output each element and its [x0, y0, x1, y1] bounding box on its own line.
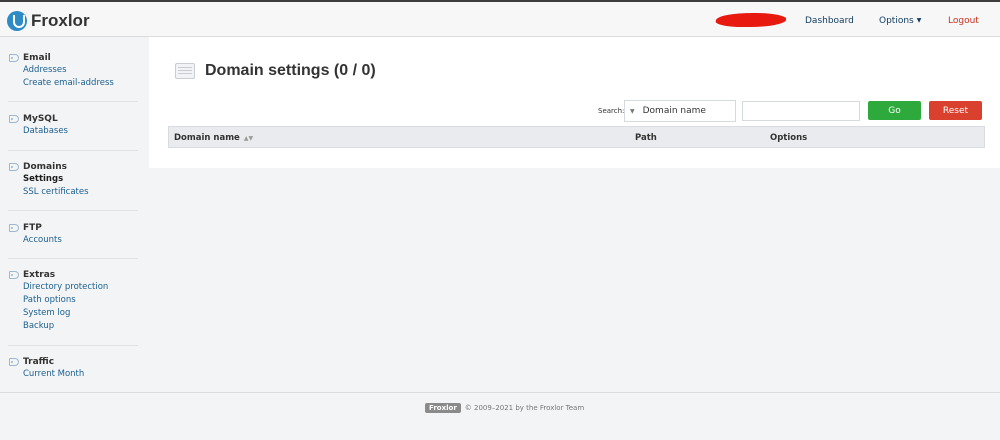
sidebar-group-extras: Extras Directory protection Path options… [0, 269, 138, 333]
redacted-username [714, 13, 788, 27]
page-title: Domain settings (0 / 0) [205, 62, 376, 79]
sidebar: Email Addresses Create email-address MyS… [0, 37, 148, 392]
sidebar-heading-label: Email [23, 53, 51, 63]
window-icon [175, 63, 195, 79]
sidebar-item-addresses[interactable]: Addresses [0, 64, 138, 77]
chevron-down-icon: ▼ [916, 17, 922, 24]
sidebar-item-directory-protection[interactable]: Directory protection [0, 281, 138, 294]
sidebar-item-backup[interactable]: Backup [0, 320, 138, 333]
sidebar-heading-label: MySQL [23, 114, 58, 124]
footer-credits: Froxlor © 2009–2021 by the Froxlor Team [425, 403, 584, 413]
sidebar-divider [8, 345, 138, 346]
sidebar-heading-mysql: MySQL [0, 113, 138, 125]
nav-dashboard-link[interactable]: Dashboard [805, 16, 854, 26]
sidebar-item-accounts[interactable]: Accounts [0, 234, 138, 247]
column-header-options: Options [770, 133, 808, 143]
sidebar-heading-label: Domains [23, 162, 67, 172]
nav-options-label: Options [879, 16, 914, 26]
froxlor-logo[interactable]: Froxlor [7, 10, 90, 32]
sidebar-group-email: Email Addresses Create email-address [0, 52, 138, 90]
tag-icon [9, 358, 19, 366]
sidebar-item-settings[interactable]: Settings [0, 173, 138, 186]
column-header-path: Path [635, 133, 657, 143]
sidebar-divider [8, 101, 138, 102]
column-header-label: Domain name [174, 133, 240, 143]
sidebar-item-current-month[interactable]: Current Month [0, 368, 138, 381]
sidebar-divider [8, 258, 138, 259]
column-header-domain-name[interactable]: Domain name ▲▼ [174, 133, 253, 143]
sidebar-heading-label: FTP [23, 223, 42, 233]
sidebar-group-mysql: MySQL Databases [0, 113, 138, 138]
sidebar-item-create-email-address[interactable]: Create email-address [0, 77, 138, 90]
nav-options-menu[interactable]: Options ▼ [879, 16, 921, 26]
sidebar-heading-email: Email [0, 52, 138, 64]
sidebar-item-ssl-certificates[interactable]: SSL certificates [0, 186, 138, 199]
search-field-select[interactable]: ▼ Domain name [624, 100, 736, 122]
chevron-down-icon: ▼ [630, 107, 635, 115]
sidebar-item-system-log[interactable]: System log [0, 307, 138, 320]
tag-icon [9, 115, 19, 123]
sidebar-divider [8, 150, 138, 151]
sidebar-item-databases[interactable]: Databases [0, 125, 138, 138]
sidebar-heading-extras: Extras [0, 269, 138, 281]
top-header: Froxlor Dashboard Options ▼ Logout [0, 0, 1000, 37]
sidebar-heading-domains: Domains [0, 161, 138, 173]
footer: Froxlor © 2009–2021 by the Froxlor Team [0, 392, 1000, 440]
froxlor-logo-icon [7, 11, 27, 31]
go-button[interactable]: Go [868, 101, 921, 120]
tag-icon [9, 163, 19, 171]
sort-icon[interactable]: ▲▼ [244, 135, 253, 142]
sidebar-item-path-options[interactable]: Path options [0, 294, 138, 307]
sidebar-heading-label: Extras [23, 270, 56, 280]
tag-icon [9, 224, 19, 232]
sidebar-group-traffic: Traffic Current Month [0, 356, 138, 381]
search-field-selected: Domain name [642, 106, 706, 116]
table-header-row: Domain name ▲▼ Path Options [168, 126, 985, 148]
footer-copyright: © 2009–2021 by the Froxlor Team [464, 404, 585, 412]
main-content: Domain settings (0 / 0) Search: ▼ Domain… [149, 37, 1000, 168]
sidebar-heading-traffic: Traffic [0, 356, 138, 368]
tag-icon [9, 54, 19, 62]
search-input[interactable] [742, 101, 860, 121]
search-label: Search: [598, 107, 625, 115]
sidebar-divider [8, 210, 138, 211]
nav-logout-link[interactable]: Logout [948, 16, 979, 26]
footer-logo[interactable]: Froxlor [425, 403, 461, 413]
sidebar-heading-ftp: FTP [0, 222, 138, 234]
logo-text: Froxlor [31, 11, 90, 30]
reset-button[interactable]: Reset [929, 101, 982, 120]
sidebar-group-domains: Domains Settings SSL certificates [0, 161, 138, 199]
tag-icon [9, 271, 19, 279]
sidebar-group-ftp: FTP Accounts [0, 222, 138, 247]
sidebar-heading-label: Traffic [23, 357, 55, 367]
